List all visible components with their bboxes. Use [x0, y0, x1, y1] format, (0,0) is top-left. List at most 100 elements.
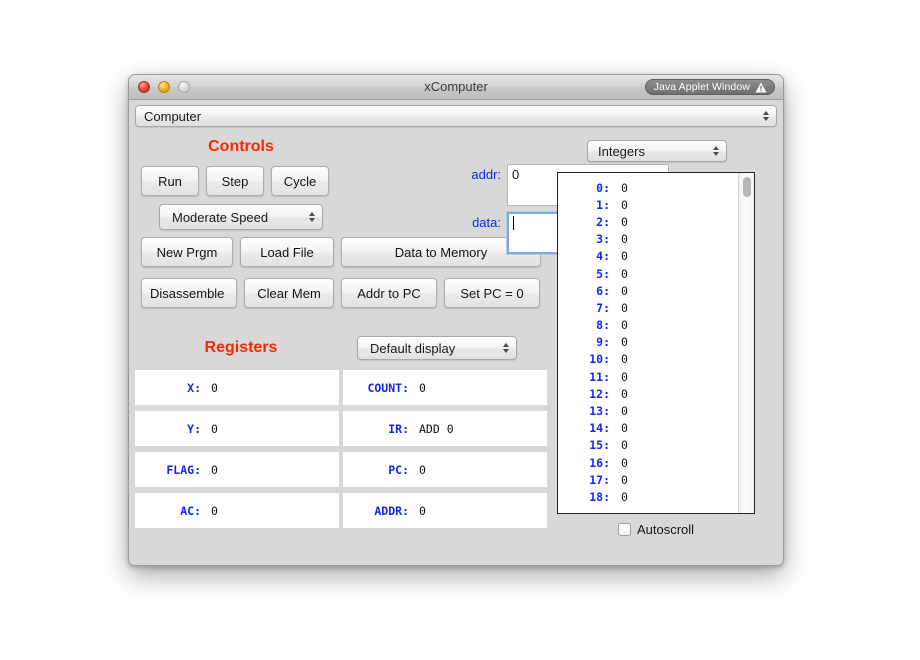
- memory-row[interactable]: 18: 0: [558, 488, 738, 505]
- chevron-updown-icon: [503, 343, 509, 353]
- register-box: ADDR: 0: [343, 493, 547, 528]
- memory-row[interactable]: 16: 0: [558, 454, 738, 471]
- load-file-button[interactable]: Load File: [240, 237, 334, 267]
- memory-address: 16:: [589, 455, 610, 470]
- memory-value: 0: [621, 386, 628, 401]
- memory-row[interactable]: 0: 0: [558, 179, 738, 196]
- memory-address: 9:: [596, 335, 610, 350]
- memory-row[interactable]: 14: 0: [558, 420, 738, 437]
- memory-value: 0: [621, 214, 628, 229]
- registers-block: Registers Default display X: 0 COUNT: 0 Y: 0 I…: [135, 332, 553, 528]
- memory-address: 6:: [596, 283, 610, 298]
- memory-scrollbar[interactable]: [738, 173, 754, 513]
- disassemble-button[interactable]: Disassemble: [141, 278, 237, 308]
- memory-value: 0: [621, 404, 628, 419]
- memory-pane: Integers 0: 0 1: 0 2: 0 3: 0 4: 0 5: 0 6: 0 7: 0 8: 0 9: 0 1…: [553, 132, 773, 558]
- register-name: X:: [187, 380, 201, 395]
- memory-value: 0: [621, 335, 628, 350]
- register-name: IR:: [388, 421, 409, 436]
- memory-row[interactable]: 4: 0: [558, 248, 738, 265]
- register-value: ADD 0: [419, 421, 454, 436]
- memory-row[interactable]: 13: 0: [558, 402, 738, 419]
- memory-row[interactable]: 6: 0: [558, 282, 738, 299]
- register-value: 0: [419, 462, 426, 477]
- memory-row[interactable]: 3: 0: [558, 231, 738, 248]
- register-value: 0: [211, 380, 218, 395]
- memory-value: 0: [621, 249, 628, 264]
- memory-row[interactable]: 12: 0: [558, 385, 738, 402]
- memory-value: 0: [621, 283, 628, 298]
- controls-heading: Controls: [208, 138, 274, 155]
- register-box: COUNT: 0: [343, 370, 547, 405]
- new-prgm-button[interactable]: New Prgm: [141, 237, 233, 267]
- set-pc-button[interactable]: Set PC = 0: [444, 278, 540, 308]
- registers-header: Registers Default display: [135, 332, 553, 364]
- memory-address: 8:: [596, 318, 610, 333]
- java-applet-badge-label: Java Applet Window: [653, 81, 750, 93]
- register-value: 0: [211, 503, 218, 518]
- register-value: 0: [419, 380, 426, 395]
- zoom-button[interactable]: [178, 81, 190, 93]
- addr-to-pc-button[interactable]: Addr to PC: [341, 278, 437, 308]
- register-display-select[interactable]: Default display: [357, 336, 517, 360]
- memory-address: 18:: [589, 489, 610, 504]
- memory-value: 0: [621, 266, 628, 281]
- autoscroll-row[interactable]: Autoscroll: [557, 522, 755, 537]
- registers-heading: Registers: [204, 339, 278, 356]
- window-titlebar[interactable]: xComputer Java Applet Window: [129, 75, 783, 100]
- memory-address: 12:: [589, 386, 610, 401]
- topbar: Computer: [129, 100, 783, 132]
- register-value: 0: [419, 503, 426, 518]
- component-select[interactable]: Computer: [135, 105, 777, 127]
- memory-row[interactable]: 2: 0: [558, 213, 738, 230]
- register-name: ADDR:: [374, 503, 409, 518]
- memory-list-panel: 0: 0 1: 0 2: 0 3: 0 4: 0 5: 0 6: 0 7: 0 8: 0 9: 0 10: 0 11: 0 12…: [557, 172, 755, 514]
- register-name: COUNT:: [367, 380, 409, 395]
- memory-value: 0: [621, 421, 628, 436]
- memory-value: 0: [621, 318, 628, 333]
- memory-scrollbar-thumb[interactable]: [743, 177, 751, 197]
- memory-row[interactable]: 15: 0: [558, 437, 738, 454]
- clear-mem-button[interactable]: Clear Mem: [244, 278, 334, 308]
- register-value: 0: [211, 421, 218, 436]
- data-field-label: data:: [472, 215, 501, 230]
- desktop-background: xComputer Java Applet Window Computer Co: [0, 0, 920, 660]
- memory-value: 0: [621, 352, 628, 367]
- memory-row[interactable]: 11: 0: [558, 368, 738, 385]
- memory-row[interactable]: 9: 0: [558, 334, 738, 351]
- speed-select[interactable]: Moderate Speed: [159, 204, 323, 230]
- memory-value: 0: [621, 472, 628, 487]
- memory-format-select[interactable]: Integers: [587, 140, 727, 162]
- xcomputer-window: xComputer Java Applet Window Computer Co: [128, 74, 784, 566]
- memory-row[interactable]: 1: 0: [558, 196, 738, 213]
- register-name: Y:: [187, 421, 201, 436]
- register-box: IR: ADD 0: [343, 411, 547, 446]
- left-pane: Controls Run Step Cycle Moderate Speed N…: [135, 132, 669, 558]
- step-button[interactable]: Step: [206, 166, 264, 196]
- registers-grid: X: 0 COUNT: 0 Y: 0 IR: ADD 0 FLAG: 0 PC: 0 AC: 0 ADDR:…: [135, 370, 553, 528]
- window-controls: [138, 81, 190, 93]
- memory-buttons-row: Disassemble Clear Mem Addr to PC Set PC …: [141, 278, 540, 308]
- memory-row[interactable]: 17: 0: [558, 471, 738, 488]
- memory-address: 0:: [596, 180, 610, 195]
- memory-address: 2:: [596, 214, 610, 229]
- memory-list[interactable]: 0: 0 1: 0 2: 0 3: 0 4: 0 5: 0 6: 0 7: 0 8: 0 9: 0 10: 0 11: 0 12…: [558, 173, 738, 513]
- memory-address: 13:: [589, 404, 610, 419]
- register-display-select-value: Default display: [370, 340, 456, 356]
- register-box: PC: 0: [343, 452, 547, 487]
- minimize-button[interactable]: [158, 81, 170, 93]
- close-button[interactable]: [138, 81, 150, 93]
- memory-address: 14:: [589, 421, 610, 436]
- memory-address: 15:: [589, 438, 610, 453]
- cycle-button[interactable]: Cycle: [271, 166, 329, 196]
- memory-address: 1:: [596, 197, 610, 212]
- run-button[interactable]: Run: [141, 166, 199, 196]
- register-box: FLAG: 0: [135, 452, 339, 487]
- memory-row[interactable]: 10: 0: [558, 351, 738, 368]
- memory-row[interactable]: 5: 0: [558, 265, 738, 282]
- autoscroll-checkbox[interactable]: [617, 523, 631, 536]
- memory-row[interactable]: 7: 0: [558, 299, 738, 316]
- register-name: PC:: [388, 462, 409, 477]
- memory-address: 3:: [596, 232, 610, 247]
- memory-row[interactable]: 8: 0: [558, 317, 738, 334]
